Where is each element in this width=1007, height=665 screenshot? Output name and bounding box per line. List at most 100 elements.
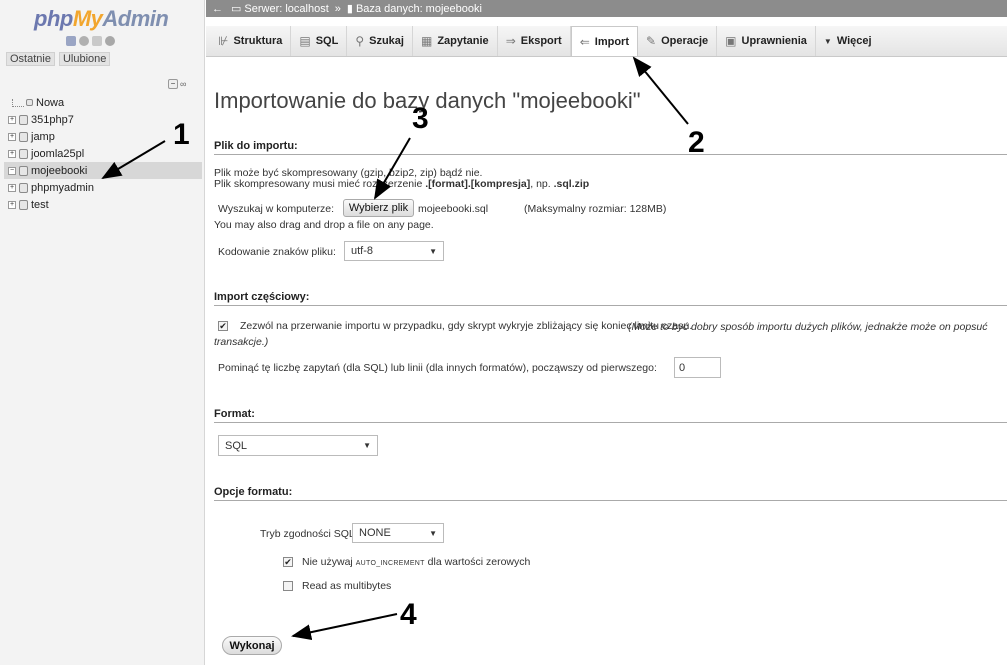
section-heading-format: Format:	[214, 408, 1007, 423]
search-icon: ⚲	[355, 34, 365, 48]
expand-icon[interactable]: +	[8, 115, 16, 124]
expand-icon[interactable]: +	[8, 200, 16, 209]
nav-icon-row	[66, 36, 115, 46]
breadcrumb-server[interactable]: Serwer: localhost	[244, 3, 328, 15]
skip-queries-label: Pominąć tę liczbę zapytań (dla SQL) lub …	[218, 362, 657, 374]
db-label: mojeebooki	[31, 164, 88, 177]
choose-file-button[interactable]: Wybierz plik	[343, 199, 414, 217]
tab-query[interactable]: ▦ Zapytanie	[413, 26, 498, 56]
drag-drop-hint: You may also drag and drop a file on any…	[214, 219, 434, 231]
breadcrumb-separator-icon: »	[334, 2, 341, 15]
allow-interrupt-note: (Może to być dobry sposób importu dużych…	[214, 321, 988, 348]
query-icon: ▦	[420, 34, 433, 48]
no-auto-increment-post: dla wartości zerowych	[427, 556, 531, 568]
max-size-info: (Maksymalny rozmiar: 128MB)	[524, 203, 667, 215]
tab-export[interactable]: ⇒ Eksport	[498, 26, 571, 56]
page-title: Importowanie do bazy danych "mojeebooki"	[214, 88, 641, 113]
extension-info-text: Plik skompresowany musi mieć rozszerzeni…	[214, 178, 426, 190]
db-item[interactable]: + test	[4, 196, 202, 213]
db-label: joomla25pl	[31, 147, 85, 160]
import-icon: ⇐	[579, 34, 590, 49]
tab-structure[interactable]: ⊮ Struktura	[210, 26, 292, 56]
breadcrumb-database[interactable]: Baza danych: mojeebooki	[356, 3, 482, 15]
logout-icon[interactable]	[79, 36, 89, 46]
link-icon[interactable]: ∞	[180, 79, 186, 89]
db-item[interactable]: + joomla25pl	[4, 145, 202, 162]
section-heading-partial: Import częściowy:	[214, 291, 1007, 306]
extension-info-mid: , np.	[530, 178, 554, 190]
navigation-panel: phpMyAdmin Ostatnie Ulubione − ∞ Nowa + …	[0, 0, 205, 665]
expand-icon[interactable]: +	[8, 149, 16, 158]
section-heading-file: Plik do importu:	[214, 140, 1007, 155]
expand-icon[interactable]: +	[8, 183, 16, 192]
logo-php-text: php	[34, 6, 73, 31]
sql-compat-select[interactable]: NONE ▼	[352, 523, 444, 543]
database-icon	[19, 182, 28, 193]
no-auto-increment-pre: Nie używaj	[302, 556, 353, 568]
tab-operations[interactable]: ✎ Operacje	[638, 26, 718, 56]
breadcrumb: ← ▭ Serwer: localhost » ▮ Baza danych: m…	[206, 0, 1007, 17]
collapse-icon[interactable]: −	[8, 166, 16, 175]
db-label: phpmyadmin	[31, 181, 94, 194]
database-icon	[19, 114, 28, 125]
multibytes-checkbox[interactable]	[283, 581, 293, 591]
tab-label: Szukaj	[369, 35, 404, 47]
structure-icon: ⊮	[218, 34, 229, 48]
tab-import[interactable]: ⇐ Import	[570, 26, 639, 56]
tab-label: SQL	[315, 35, 339, 47]
tree-connector-icon	[12, 98, 24, 107]
db-label: 351php7	[31, 113, 74, 126]
tab-label: Import	[594, 35, 630, 48]
tab-sql[interactable]: ▤ SQL	[291, 26, 348, 56]
extension-info: Plik skompresowany musi mieć rozszerzeni…	[214, 178, 589, 190]
multibytes-label: Read as multibytes	[302, 580, 392, 592]
tab-search[interactable]: ⚲ Szukaj	[347, 26, 413, 56]
db-item[interactable]: + phpmyadmin	[4, 179, 202, 196]
browse-label: Wyszukaj w komputerze:	[218, 203, 335, 215]
wrench-icon: ✎	[646, 34, 657, 48]
db-item[interactable]: + 351php7	[4, 111, 202, 128]
tab-label: Struktura	[233, 35, 283, 47]
db-label: jamp	[31, 130, 55, 143]
tab-label: Więcej	[836, 35, 872, 47]
format-select[interactable]: SQL ▼	[218, 435, 378, 456]
section-heading-options: Opcje formatu:	[214, 486, 1007, 501]
recent-button[interactable]: Ostatnie	[6, 52, 55, 66]
format-value: SQL	[225, 439, 248, 452]
chevron-down-icon: ▼	[363, 441, 371, 450]
favorites-button[interactable]: Ulubione	[58, 52, 111, 66]
tab-privileges[interactable]: ▣ Uprawnienia	[717, 26, 816, 56]
logo-admin-text: Admin	[102, 6, 169, 31]
db-new[interactable]: Nowa	[4, 94, 202, 111]
chevron-down-icon: ▼	[823, 36, 832, 46]
privileges-icon: ▣	[725, 34, 737, 48]
tab-more[interactable]: ▼ Więcej	[816, 26, 880, 56]
allow-interrupt-note-wrap: (Może to być dobry sposób importu dużych…	[214, 320, 1007, 350]
nav-links: Ostatnie Ulubione	[6, 52, 111, 66]
auto-increment-code: AUTO_INCREMENT	[355, 560, 425, 567]
tab-label: Operacje	[661, 35, 709, 47]
export-icon: ⇒	[505, 34, 516, 48]
no-auto-increment-checkbox[interactable]: ✔	[283, 557, 293, 567]
phpmyadmin-logo[interactable]: phpMyAdmin	[34, 6, 169, 32]
no-auto-increment-label: Nie używaj AUTO_INCREMENT dla wartości z…	[302, 556, 530, 568]
database-icon	[19, 199, 28, 210]
home-icon[interactable]	[66, 36, 76, 46]
db-new-label: Nowa	[36, 96, 65, 109]
tab-label: Uprawnienia	[741, 35, 807, 47]
expand-icon[interactable]: +	[8, 132, 16, 141]
extension-example: .sql.zip	[553, 178, 590, 190]
tab-label: Zapytanie	[437, 35, 489, 47]
chevron-down-icon: ▼	[429, 528, 437, 538]
collapse-all-icon[interactable]: −	[168, 79, 178, 89]
sql-icon: ▤	[299, 34, 311, 48]
charset-select[interactable]: utf-8 ▼	[344, 241, 444, 261]
help-icon[interactable]	[92, 36, 102, 46]
submit-button[interactable]: Wykonaj	[222, 636, 282, 655]
db-item-selected[interactable]: − mojeebooki	[4, 162, 202, 179]
settings-icon[interactable]	[105, 36, 115, 46]
skip-queries-input[interactable]: 0	[674, 357, 721, 378]
database-tree: Nowa + 351php7 + jamp + joomla25pl − moj…	[4, 94, 202, 213]
back-arrow-icon[interactable]: ←	[212, 3, 223, 15]
db-item[interactable]: + jamp	[4, 128, 202, 145]
